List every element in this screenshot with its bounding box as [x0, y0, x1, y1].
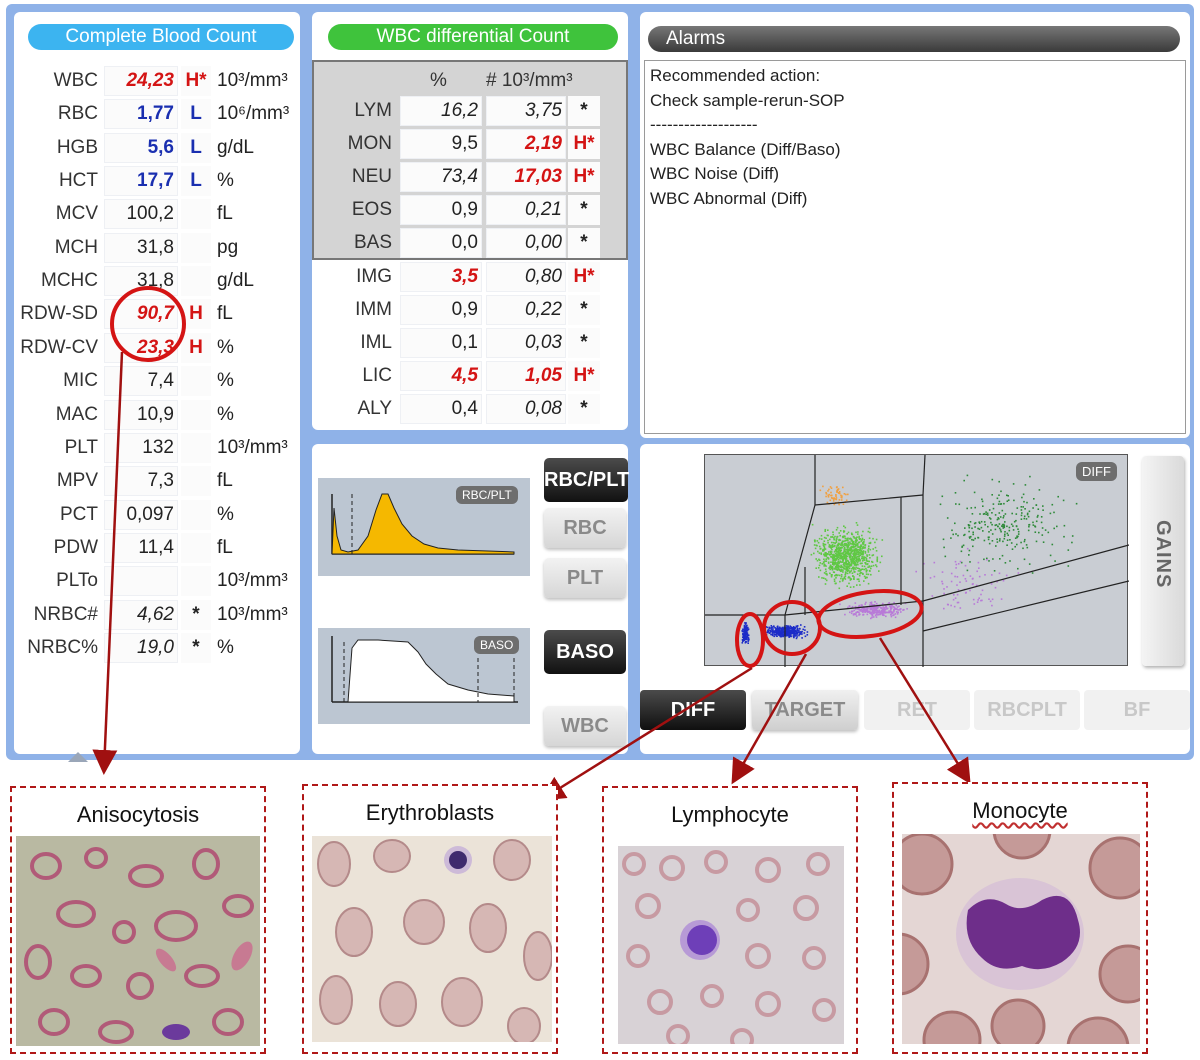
erythroblast-cluster-circle — [735, 612, 765, 668]
monocyte-cluster-circle — [816, 589, 924, 639]
anisocytosis-smear-image — [16, 836, 260, 1046]
monocyte-box: Monocyte — [892, 782, 1148, 1054]
erythroblasts-box: Erythroblasts — [302, 784, 558, 1054]
monocyte-caption: Monocyte — [972, 798, 1068, 823]
panel-pointer-icon — [68, 752, 88, 762]
lymphocyte-caption: Lymphocyte — [671, 802, 789, 827]
erythroblasts-smear-image — [312, 836, 552, 1042]
lymphocyte-smear-image — [618, 846, 844, 1044]
rdw-highlight-circle — [110, 286, 186, 362]
erythroblasts-caption: Erythroblasts — [365, 800, 495, 825]
lymphocyte-cluster-circle — [762, 600, 822, 656]
arrow-anisocytosis — [92, 351, 124, 775]
arrow-erythroblasts — [539, 666, 753, 801]
arrow-monocyte — [878, 637, 971, 785]
lymphocyte-box: Lymphocyte — [602, 786, 858, 1054]
anisocytosis-box: Anisocytosis — [10, 786, 266, 1054]
monocyte-smear-image — [902, 834, 1140, 1044]
anisocytosis-caption: Anisocytosis — [76, 802, 200, 827]
